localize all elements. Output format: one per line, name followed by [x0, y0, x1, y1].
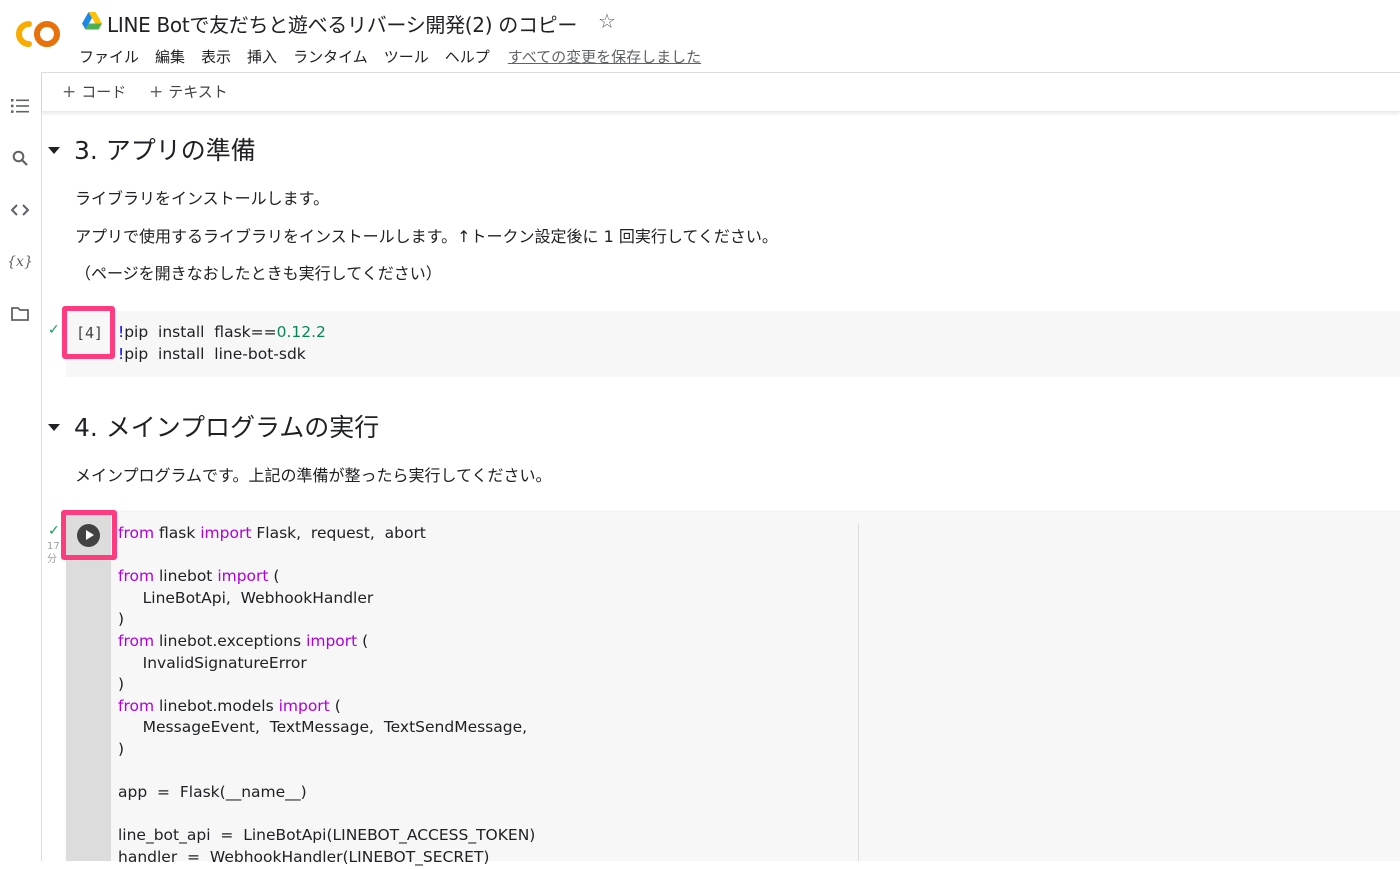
code-line: MessageEvent, TextMessage, TextSendMessa…	[118, 717, 535, 739]
code-token: )	[118, 739, 125, 758]
menu-insert[interactable]: 挿入	[247, 46, 277, 67]
code-token: pip install flask==	[124, 323, 277, 341]
google-drive-icon[interactable]	[82, 12, 102, 30]
line-length-ruler	[858, 524, 859, 861]
files-folder-icon[interactable]	[8, 302, 32, 326]
code-token: flask	[154, 524, 201, 542]
code-line: )	[118, 739, 535, 761]
code-snippets-icon[interactable]	[8, 198, 32, 222]
menu-runtime[interactable]: ランタイム	[293, 46, 368, 67]
code-line: from linebot import (	[118, 566, 535, 588]
code-editor-cell-2[interactable]: from flask import Flask, request, abort …	[118, 523, 535, 869]
star-icon[interactable]: ☆	[598, 9, 616, 33]
code-token: InvalidSignatureError	[118, 653, 307, 672]
code-token: from	[118, 631, 155, 650]
section-4-paragraph: メインプログラムです。上記の準備が整ったら実行してください。	[75, 466, 552, 485]
add-code-button[interactable]: + コード	[62, 81, 126, 102]
executed-check-icon: ✓	[48, 322, 60, 338]
code-token: (	[268, 567, 280, 586]
menu-edit[interactable]: 編集	[155, 46, 185, 67]
execution-time-unit: 分	[47, 554, 57, 565]
code-line: from linebot.exceptions import (	[118, 631, 535, 653]
code-token: app = Flask(__name__)	[118, 783, 307, 802]
code-token: import	[217, 567, 269, 586]
code-line: LineBotApi, WebhookHandler	[118, 588, 535, 610]
code-token: import	[200, 524, 252, 542]
section-4-header[interactable]: 4. メインプログラムの実行	[48, 408, 379, 444]
code-token: from	[118, 524, 155, 542]
menu-bar: ファイル 編集 表示 挿入 ランタイム ツール ヘルプ すべての変更を保存しまし…	[79, 46, 701, 67]
add-code-label: コード	[81, 83, 127, 101]
header: LINE Botで友だちと遊べるリバーシ開発(2) のコピー ☆ ファイル 編集…	[0, 0, 1400, 73]
code-token: Flask, request, abort	[251, 524, 426, 542]
code-line: InvalidSignatureError	[118, 653, 535, 675]
menu-view[interactable]: 表示	[201, 46, 231, 67]
code-token: import	[278, 696, 330, 715]
colab-logo[interactable]	[14, 17, 62, 51]
code-token: import	[306, 631, 358, 650]
code-line: from linebot.models import (	[118, 696, 535, 718]
notebook-title[interactable]: LINE Botで友だちと遊べるリバーシ開発(2) のコピー	[107, 9, 577, 38]
code-token: handler = WebhookHandler(LINEBOT_SECRET)	[118, 847, 490, 866]
left-sidebar-rail: {x}	[0, 72, 42, 861]
code-token: linebot.exceptions	[154, 631, 307, 650]
code-token: from	[118, 567, 155, 586]
code-line: )	[118, 674, 535, 696]
code-token: line_bot_api = LineBotApi(LINEBOT_ACCESS…	[118, 826, 536, 845]
section-4-title: 4. メインプログラムの実行	[74, 413, 380, 442]
code-token: pip install line-bot-sdk	[124, 344, 306, 363]
code-token: MessageEvent, TextMessage, TextSendMessa…	[118, 718, 528, 737]
collapse-caret-icon[interactable]	[48, 146, 60, 154]
executed-check-icon: ✓	[48, 523, 60, 539]
code-token: LineBotApi, WebhookHandler	[118, 588, 374, 607]
search-icon[interactable]	[8, 146, 32, 170]
save-status-link[interactable]: すべての変更を保存しました	[508, 46, 701, 67]
cell-gutter	[66, 512, 111, 861]
code-line: )	[118, 609, 535, 631]
section-3-paragraph: ライブラリをインストールします。	[75, 189, 330, 208]
code-line: line_bot_api = LineBotApi(LINEBOT_ACCESS…	[118, 825, 535, 847]
menu-file[interactable]: ファイル	[79, 46, 139, 67]
code-token: linebot.models	[154, 696, 279, 715]
table-of-contents-icon[interactable]	[8, 94, 32, 118]
notebook-toolbar: + コード + テキスト	[42, 73, 1400, 112]
code-line: !pip install flask==0.12.2	[118, 322, 326, 344]
execution-time-value: 17	[47, 541, 60, 552]
menu-tools[interactable]: ツール	[384, 46, 429, 67]
variables-icon[interactable]: {x}	[7, 250, 33, 274]
section-3-paragraph: アプリで使用するライブラリをインストールします。↑トークン設定後に 1 回実行し…	[75, 227, 778, 246]
code-token: )	[118, 675, 125, 694]
section-3-header[interactable]: 3. アプリの準備	[48, 131, 256, 167]
code-token: from	[118, 696, 155, 715]
code-token: (	[357, 631, 369, 650]
code-line: from flask import Flask, request, abort	[118, 523, 535, 545]
plus-icon: +	[149, 82, 164, 102]
annotation-highlight-box	[61, 510, 117, 560]
add-text-label: テキスト	[168, 83, 228, 101]
code-token: linebot	[154, 567, 218, 586]
annotation-highlight-box	[62, 306, 115, 359]
code-line: !pip install line-bot-sdk	[118, 344, 326, 366]
collapse-caret-icon[interactable]	[48, 423, 60, 431]
code-token: 0.12.2	[276, 323, 326, 341]
code-editor-cell-1[interactable]: !pip install flask==0.12.2 !pip install l…	[118, 322, 326, 365]
section-3-title: 3. アプリの準備	[74, 136, 256, 165]
code-line: handler = WebhookHandler(LINEBOT_SECRET)	[118, 847, 535, 869]
plus-icon: +	[62, 82, 77, 102]
code-token: (	[329, 696, 341, 715]
section-3-paragraph: （ページを開きなおしたときも実行してください）	[75, 264, 442, 283]
code-line: app = Flask(__name__)	[118, 782, 535, 804]
menu-help[interactable]: ヘルプ	[445, 46, 490, 67]
add-text-button[interactable]: + テキスト	[149, 81, 228, 102]
code-token: )	[118, 610, 125, 629]
